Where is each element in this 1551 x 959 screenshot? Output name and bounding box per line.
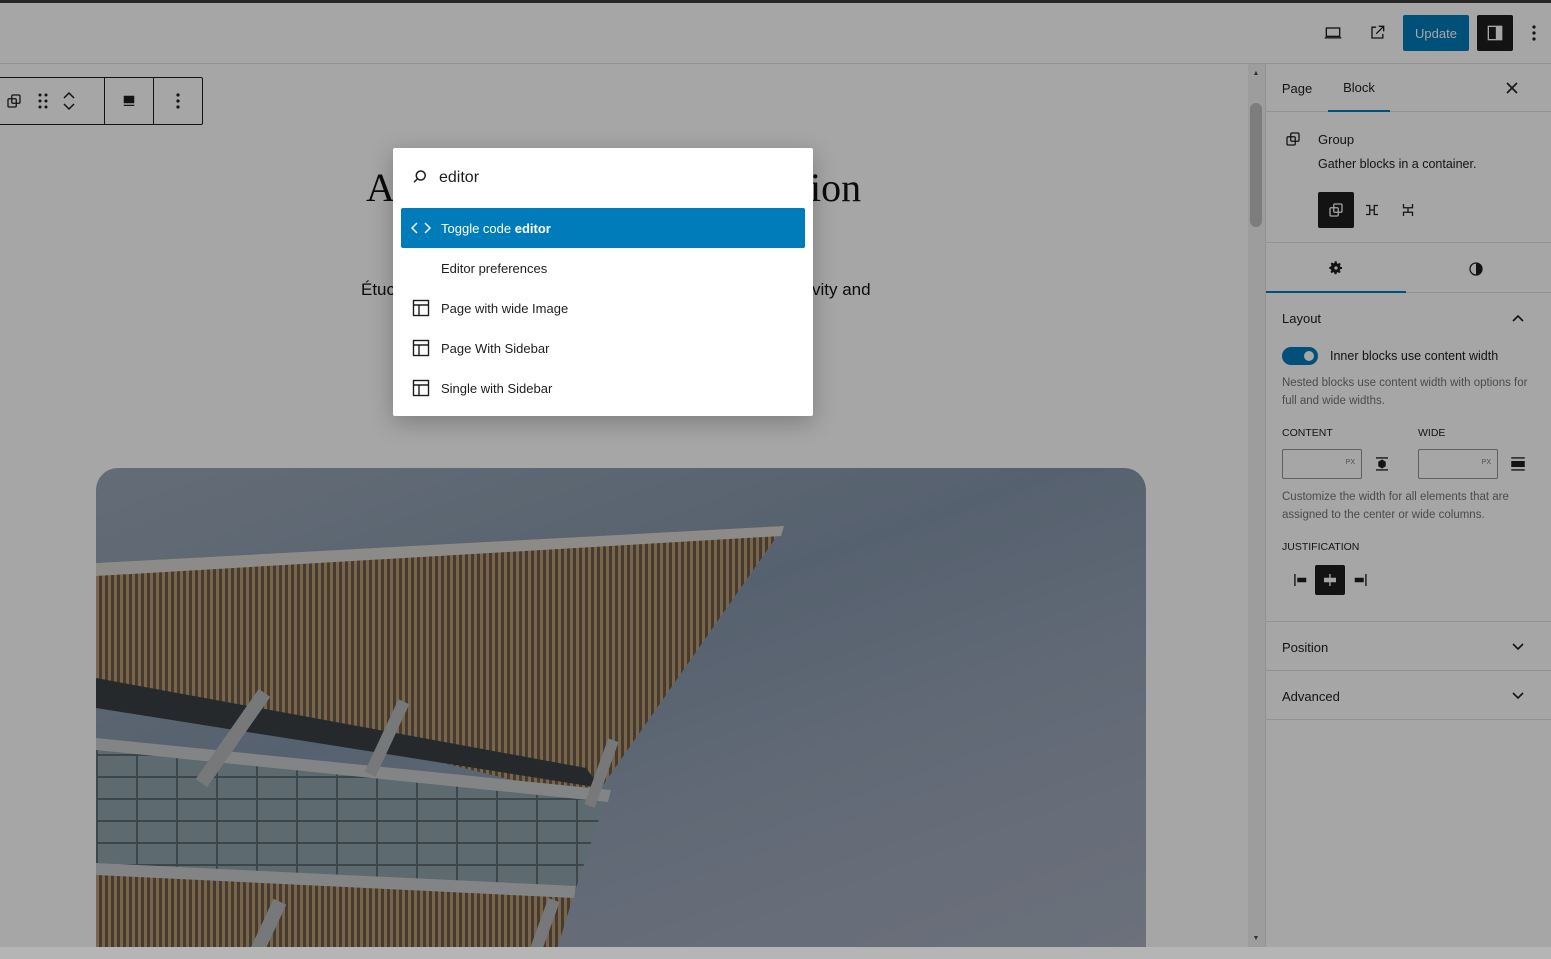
command-label: Page with wide Image (441, 300, 569, 316)
command-toggle-code-editor[interactable]: Toggle code editor (401, 208, 805, 248)
layout-icon (401, 368, 441, 408)
command-label-text: Toggle code (441, 220, 515, 236)
command-page-with-sidebar[interactable]: Page With Sidebar (401, 328, 805, 368)
window-bottom-bar (0, 947, 1551, 959)
command-page-with-wide-image[interactable]: Page with wide Image (401, 288, 805, 328)
command-label: Editor preferences (441, 261, 547, 276)
command-single-with-sidebar[interactable]: Single with Sidebar (401, 368, 805, 408)
command-palette: Toggle code editor Editor preferences Pa… (393, 148, 813, 416)
command-editor-preferences[interactable]: Editor preferences (401, 248, 805, 288)
layout-icon (401, 288, 441, 328)
search-icon (413, 170, 426, 183)
command-label-text: preferences (474, 260, 548, 276)
code-icon (401, 208, 441, 248)
command-label-match: editor (514, 220, 551, 236)
command-icon-placeholder (401, 248, 441, 288)
command-label: Page With Sidebar (441, 340, 550, 356)
command-label: Toggle code editor (441, 221, 551, 236)
command-label: Single with Sidebar (441, 380, 553, 396)
modal-overlay[interactable] (0, 0, 1551, 947)
command-label-match: Editor (441, 260, 475, 276)
layout-icon (401, 328, 441, 368)
command-palette-search (393, 148, 813, 206)
command-search-input[interactable] (439, 167, 779, 189)
